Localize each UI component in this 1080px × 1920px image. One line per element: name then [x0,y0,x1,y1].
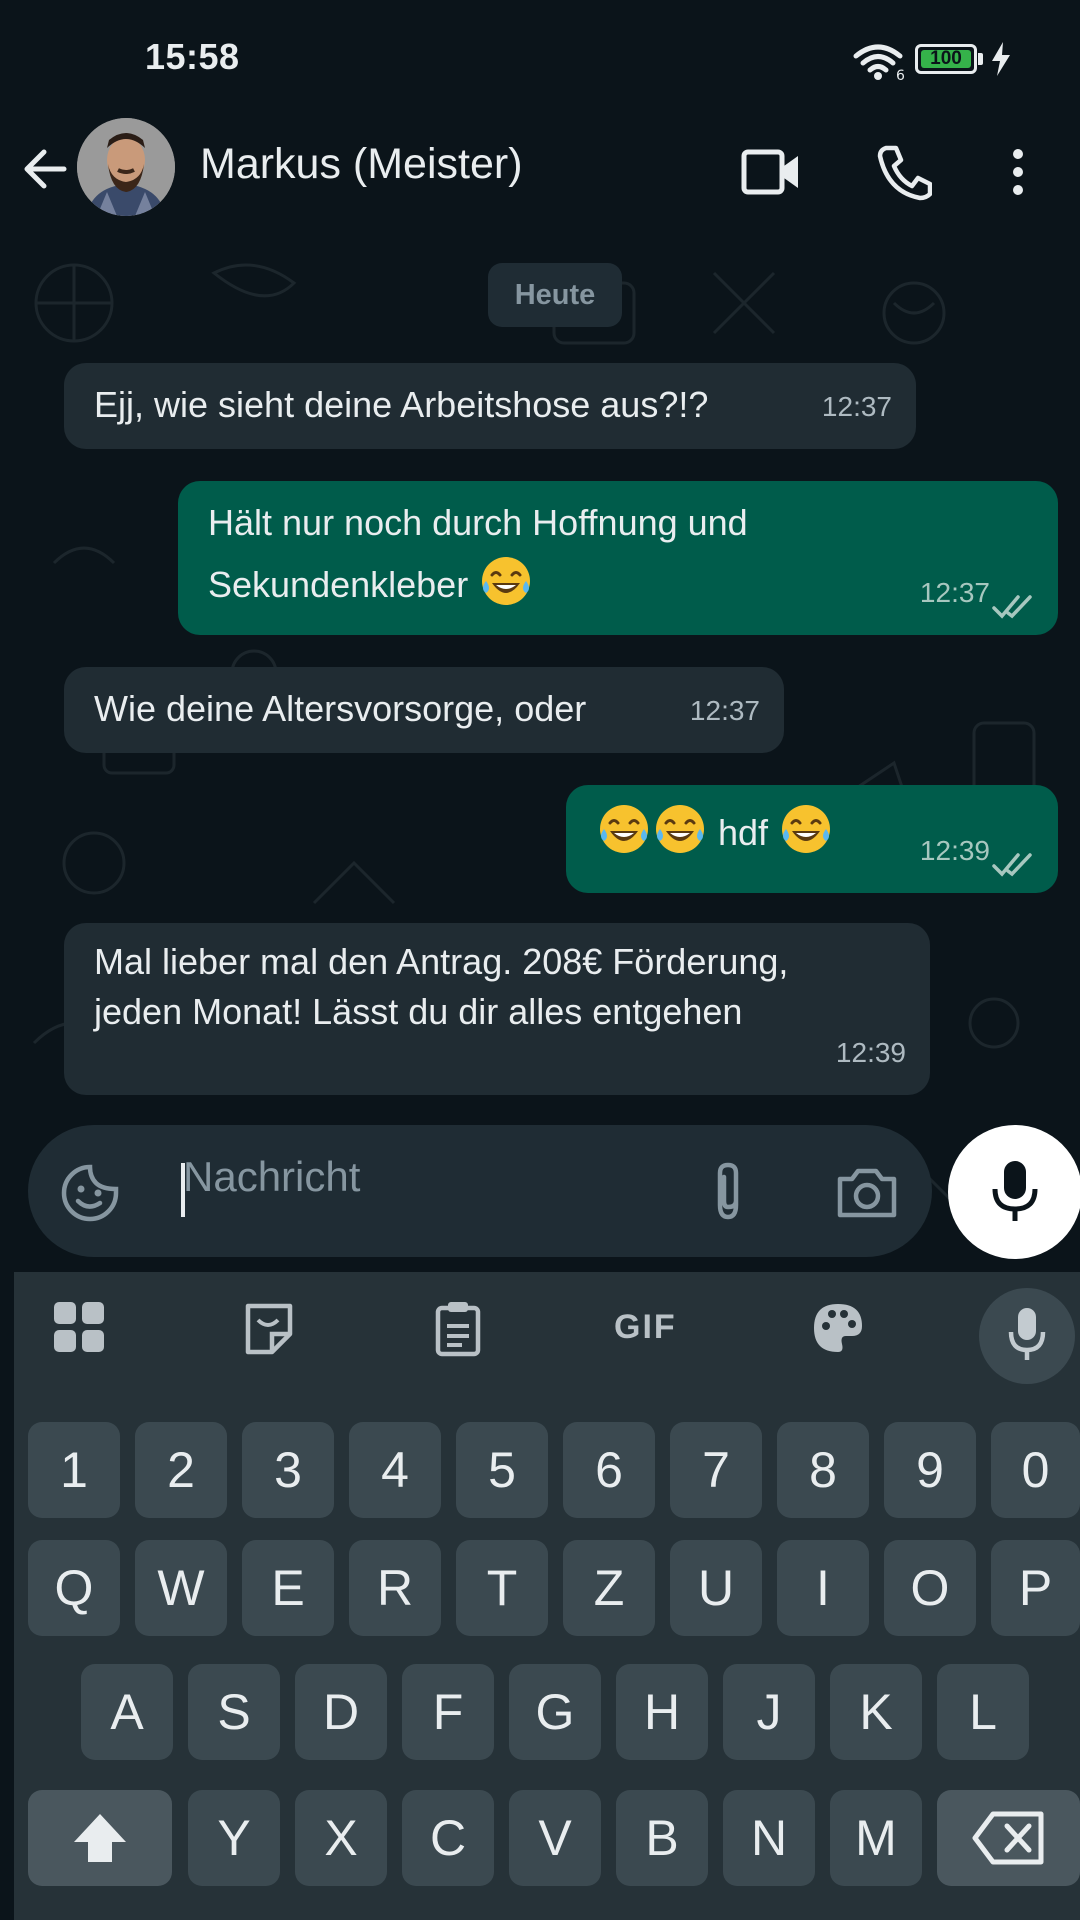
message-time: 12:37 [919,577,990,608]
message-line-1: Hält nur noch durch Hoffnung und [208,502,748,543]
key-x[interactable]: X [295,1790,387,1886]
key-l[interactable]: L [937,1664,1029,1760]
message-time: 12:39 [919,835,990,866]
battery-indicator: 100 [915,44,977,74]
video-call-icon[interactable] [740,142,802,202]
wifi-generation-label: 6 [896,68,905,82]
keyboard-voice-button[interactable] [979,1288,1075,1384]
backspace-key[interactable] [937,1790,1080,1886]
message-input[interactable]: Nachricht [183,1153,360,1201]
microphone-icon [1008,1308,1046,1360]
key-f[interactable]: F [402,1664,494,1760]
shift-arrow-icon [74,1814,126,1862]
tears-of-joy-emoji-icon [656,805,704,853]
message-line-2: jeden Monat! Lässt du dir alles entgehen [94,991,743,1032]
message-text: Mal lieber mal den Antrag. 208€ Förderun… [94,937,900,1037]
date-chip: Heute [488,263,622,327]
key-7[interactable]: 7 [670,1422,762,1518]
key-6[interactable]: 6 [563,1422,655,1518]
key-4[interactable]: 4 [349,1422,441,1518]
message-time: 12:39 [835,1037,906,1068]
battery-cap [978,53,983,65]
tears-of-joy-emoji-icon [482,557,531,605]
key-g[interactable]: G [509,1664,601,1760]
key-y[interactable]: Y [188,1790,280,1886]
camera-icon[interactable] [836,1165,898,1219]
incoming-message[interactable]: Mal lieber mal den Antrag. 208€ Förderun… [64,923,930,1095]
apps-grid-icon[interactable] [52,1300,108,1356]
incoming-message[interactable]: Wie deine Altersvorsorge, oder 12:37 [64,667,784,753]
avatar-image [77,118,175,216]
key-v[interactable]: V [509,1790,601,1886]
charging-bolt-icon [992,42,1010,76]
key-j[interactable]: J [723,1664,815,1760]
key-d[interactable]: D [295,1664,387,1760]
incoming-message[interactable]: Ejj, wie sieht deine Arbeitshose aus?!? … [64,363,916,449]
outgoing-message[interactable]: hdf 12:39 [566,785,1058,893]
key-3[interactable]: 3 [242,1422,334,1518]
key-9[interactable]: 9 [884,1422,976,1518]
backspace-icon [972,1811,1043,1865]
key-u[interactable]: U [670,1540,762,1636]
key-a[interactable]: A [81,1664,173,1760]
key-h[interactable]: H [616,1664,708,1760]
message-text: Ejj, wie sieht deine Arbeitshose aus?!? [94,384,709,425]
back-arrow-icon[interactable] [20,144,70,194]
key-1[interactable]: 1 [28,1422,120,1518]
status-time: 15:58 [145,36,240,77]
key-8[interactable]: 8 [777,1422,869,1518]
clipboard-icon[interactable] [434,1300,482,1358]
status-bar: 15:58 6 100 [0,0,1080,118]
message-line-1: Mal lieber mal den Antrag. 208€ Förderun… [94,941,789,982]
message-text: Wie deine Altersvorsorge, oder [94,688,587,729]
key-n[interactable]: N [723,1790,815,1886]
key-p[interactable]: P [991,1540,1080,1636]
key-t[interactable]: T [456,1540,548,1636]
read-checkmarks-icon [992,595,1032,619]
tears-of-joy-emoji-icon [600,805,648,853]
key-5[interactable]: 5 [456,1422,548,1518]
voice-message-button[interactable] [948,1125,1080,1259]
key-0[interactable]: 0 [991,1422,1080,1518]
keyboard: GIF 1 2 3 4 5 6 7 8 9 0 Q W E R T Z U I … [14,1272,1080,1920]
key-q[interactable]: Q [28,1540,120,1636]
gif-button[interactable]: GIF [614,1308,677,1347]
contact-avatar[interactable] [77,118,175,216]
chat-header: Markus (Meister) [0,118,1080,243]
read-checkmarks-icon [992,853,1032,877]
message-word: hdf [718,812,769,853]
battery-level: 100 [930,48,962,69]
message-line-2: Sekundenkleber [208,564,469,605]
key-m[interactable]: M [830,1790,922,1886]
attachment-paperclip-icon[interactable] [706,1161,750,1223]
tears-of-joy-emoji-icon [782,805,831,853]
wifi-icon: 6 [853,44,905,82]
key-z[interactable]: Z [563,1540,655,1636]
message-time: 12:37 [689,695,760,726]
key-r[interactable]: R [349,1540,441,1636]
key-s[interactable]: S [188,1664,280,1760]
message-time: 12:37 [821,391,892,422]
key-2[interactable]: 2 [135,1422,227,1518]
key-b[interactable]: B [616,1790,708,1886]
outgoing-message[interactable]: Hält nur noch durch Hoffnung und Sekunde… [178,481,1058,635]
key-w[interactable]: W [135,1540,227,1636]
key-c[interactable]: C [402,1790,494,1886]
key-e[interactable]: E [242,1540,334,1636]
chat-area[interactable]: Heute Ejj, wie sieht deine Arbeitshose a… [14,243,1080,1273]
shift-key[interactable] [28,1790,172,1886]
sticker-icon[interactable] [244,1300,294,1356]
message-composer: Nachricht [28,1125,932,1257]
key-i[interactable]: I [777,1540,869,1636]
phone-call-icon[interactable] [876,142,932,202]
palette-theme-icon[interactable] [810,1300,866,1356]
contact-name[interactable]: Markus (Meister) [200,140,523,189]
key-o[interactable]: O [884,1540,976,1636]
key-k[interactable]: K [830,1664,922,1760]
more-options-icon[interactable] [1006,142,1030,202]
message-text: Hält nur noch durch Hoffnung und Sekunde… [208,493,1028,615]
sticker-emoji-icon[interactable] [60,1163,120,1223]
microphone-icon [992,1161,1038,1221]
